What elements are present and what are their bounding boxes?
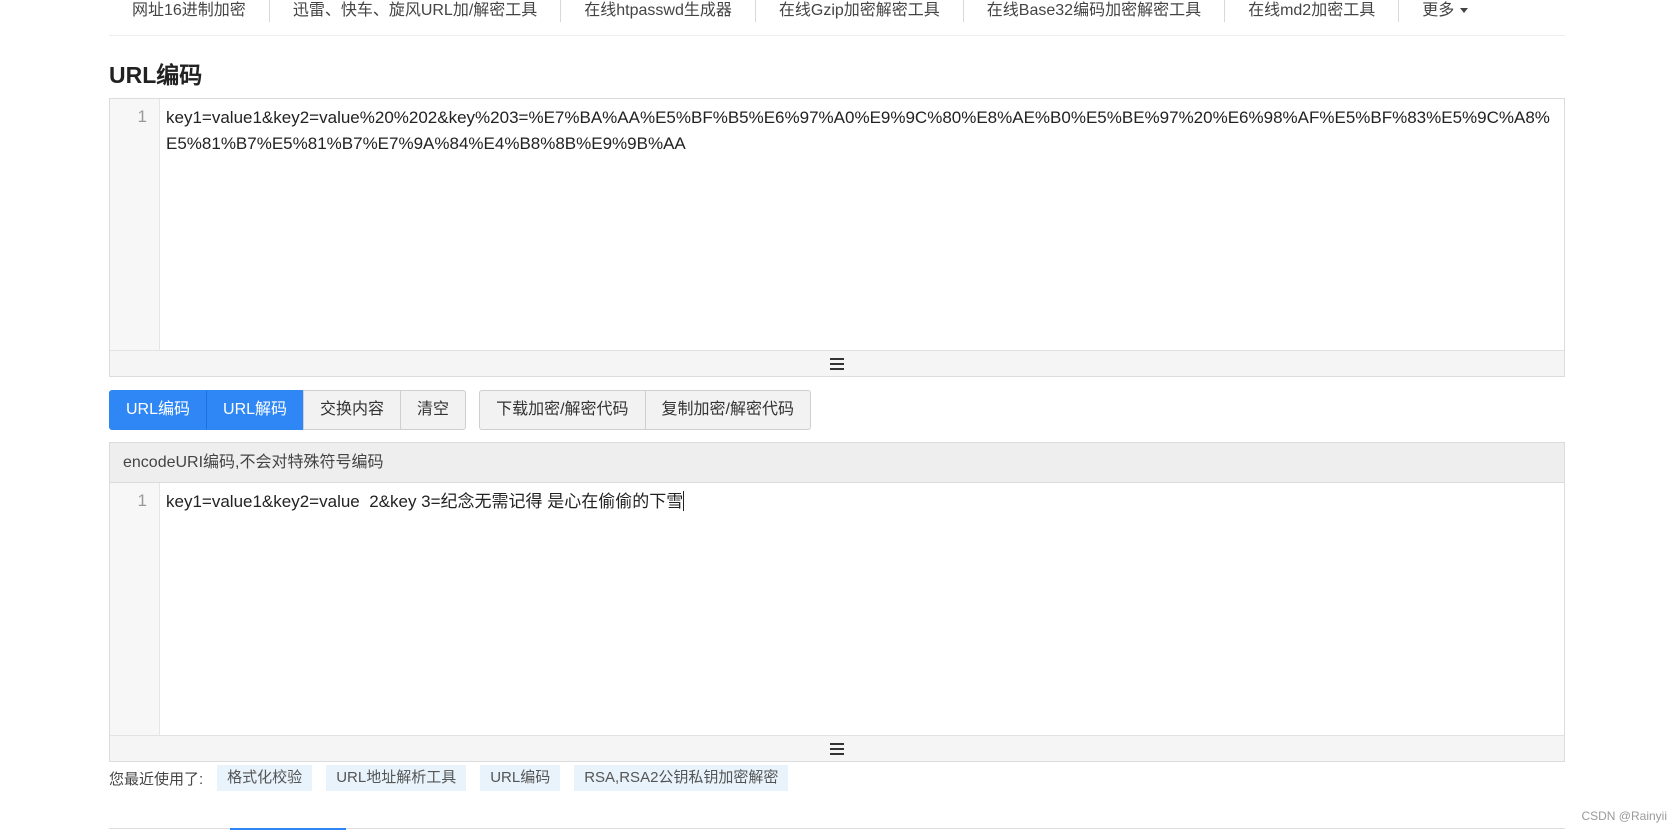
output-code-line[interactable]: key1=value1&key2=value 2&key 3=纪念无需记得 是心… — [166, 489, 1560, 515]
input-editor[interactable]: 1 key1=value1&key2=value%20%202&key%203=… — [109, 98, 1565, 377]
clear-button[interactable]: 清空 — [400, 390, 467, 430]
menu-icon — [830, 742, 844, 755]
action-button-row: URL编码 URL解码 交换内容 清空 下载加密/解密代码 复制加密/解密代码 — [109, 390, 811, 430]
watermark: CSDN @Rainyii — [1581, 809, 1667, 823]
recent-tools: 您最近使用了: 格式化校验 URL地址解析工具 URL编码 RSA,RSA2公钥… — [109, 765, 789, 791]
nav-more-dropdown[interactable]: 更多 — [1399, 0, 1491, 22]
output-editor-header: encodeURI编码,不会对特殊符号编码 — [110, 443, 1564, 483]
code-button-group: 下载加密/解密代码 复制加密/解密代码 — [479, 390, 811, 430]
line-number: 1 — [137, 107, 147, 126]
url-encode-button[interactable]: URL编码 — [109, 390, 208, 430]
line-gutter: 1 — [110, 483, 160, 736]
download-code-button[interactable]: 下载加密/解密代码 — [479, 390, 646, 430]
recent-label: 您最近使用了: — [109, 770, 204, 788]
recent-tag-rsa[interactable]: RSA,RSA2公钥私钥加密解密 — [574, 765, 789, 791]
copy-code-button[interactable]: 复制加密/解密代码 — [644, 390, 811, 430]
nav-item-thunder-url[interactable]: 迅雷、快车、旋风URL加/解密工具 — [270, 0, 562, 22]
url-decode-button[interactable]: URL解码 — [206, 390, 305, 430]
output-code-text: key1=value1&key2=value 2&key 3=纪念无需记得 是心… — [166, 492, 684, 511]
action-button-group: URL编码 URL解码 交换内容 清空 — [109, 390, 467, 430]
nav-item-hex-url[interactable]: 网址16进制加密 — [109, 0, 270, 22]
editor-resize-handle[interactable] — [110, 350, 1564, 376]
line-gutter: 1 — [110, 99, 160, 351]
recent-tag-url-encode[interactable]: URL编码 — [480, 765, 561, 791]
top-nav: 网址16进制加密 迅雷、快车、旋风URL加/解密工具 在线htpasswd生成器… — [109, 0, 1565, 36]
text-cursor — [683, 491, 685, 511]
line-number: 1 — [137, 491, 147, 510]
menu-icon — [830, 357, 844, 370]
input-code-text[interactable]: key1=value1&key2=value%20%202&key%203=%E… — [166, 105, 1560, 157]
editor-resize-handle[interactable] — [110, 735, 1564, 761]
nav-item-md2[interactable]: 在线md2加密工具 — [1225, 0, 1400, 22]
nav-item-base32[interactable]: 在线Base32编码加密解密工具 — [964, 0, 1226, 22]
swap-content-button[interactable]: 交换内容 — [303, 390, 402, 430]
output-editor[interactable]: encodeURI编码,不会对特殊符号编码 1 key1=value1&key2… — [109, 442, 1565, 762]
page-title: URL编码 — [109, 62, 203, 88]
recent-tag-url-parser[interactable]: URL地址解析工具 — [326, 765, 467, 791]
nav-more-label: 更多 — [1422, 2, 1455, 19]
nav-item-gzip[interactable]: 在线Gzip加密解密工具 — [756, 0, 964, 22]
nav-item-htpasswd[interactable]: 在线htpasswd生成器 — [561, 0, 756, 22]
caret-down-icon — [1460, 8, 1469, 14]
recent-tag-format-check[interactable]: 格式化校验 — [217, 765, 313, 791]
